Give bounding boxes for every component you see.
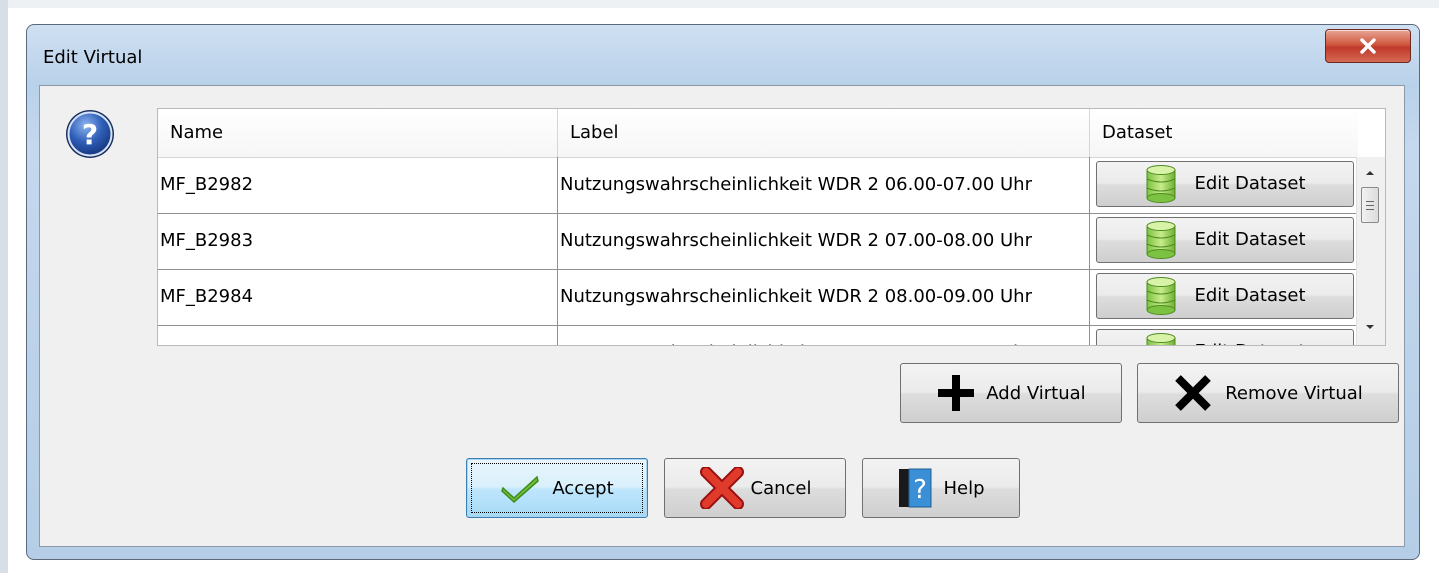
database-icon <box>1146 277 1176 315</box>
edit-dataset-button[interactable]: Edit Dataset <box>1096 329 1354 345</box>
cell-label[interactable]: Nutzungswahrscheinlichkeit WDR 2 07.00-0… <box>558 213 1090 269</box>
checkmark-icon <box>501 475 540 503</box>
cell-label[interactable]: Nutzungswahrscheinlichkeit WDR 2 06.00-0… <box>558 157 1090 213</box>
close-button[interactable] <box>1325 29 1411 63</box>
x-icon <box>1175 375 1212 411</box>
close-icon <box>1360 38 1376 54</box>
vertical-scrollbar[interactable] <box>1356 157 1385 345</box>
edit-dataset-button[interactable]: Edit Dataset <box>1096 273 1354 319</box>
table-row[interactable]: MF_B2985 Nutzungswahrscheinlichkeit WDR … <box>158 325 1358 345</box>
help-button[interactable]: ? Help <box>862 458 1020 518</box>
column-header-dataset[interactable]: Dataset <box>1090 109 1358 157</box>
virtuals-table: Name Label Dataset MF_B2982 Nutzungswahr… <box>157 108 1386 346</box>
edit-dataset-label: Edit Dataset <box>1194 173 1306 194</box>
scroll-down-arrow-icon[interactable] <box>1364 323 1376 331</box>
column-header-label[interactable]: Label <box>558 109 1090 157</box>
edit-dataset-button[interactable]: Edit Dataset <box>1096 217 1354 263</box>
background-strip-top <box>0 0 1439 8</box>
scroll-thumb[interactable] <box>1361 187 1379 223</box>
cell-label[interactable]: Nutzungswahrscheinlichkeit WDR 2 08.00-0… <box>558 269 1090 325</box>
edit-dataset-label: Edit Dataset <box>1194 325 1305 345</box>
remove-virtual-button[interactable]: Remove Virtual <box>1137 363 1399 423</box>
dialog-window: Edit Virtual ? Name Label Dataset MF_B29… <box>26 24 1420 560</box>
scroll-up-arrow-icon[interactable] <box>1364 169 1376 177</box>
table-row[interactable]: MF_B2982 Nutzungswahrscheinlichkeit WDR … <box>158 157 1358 214</box>
title-bar[interactable]: Edit Virtual <box>27 25 1419 83</box>
cell-name[interactable]: MF_B2984 <box>158 269 558 325</box>
accept-label: Accept <box>552 477 614 499</box>
window-title: Edit Virtual <box>43 47 143 68</box>
svg-text:?: ? <box>914 475 928 505</box>
cell-dataset: Edit Dataset <box>1090 157 1358 213</box>
table-header: Name Label Dataset <box>158 109 1358 158</box>
cell-name[interactable]: MF_B2982 <box>158 157 558 213</box>
accept-button[interactable]: Accept <box>466 458 648 518</box>
help-label: Help <box>943 477 985 499</box>
cancel-x-icon <box>699 467 744 509</box>
cell-dataset: Edit Dataset <box>1090 269 1358 325</box>
help-book-icon: ? <box>899 468 932 508</box>
edit-dataset-label: Edit Dataset <box>1194 285 1306 306</box>
background-strip-left <box>0 0 8 573</box>
database-icon <box>1146 333 1176 345</box>
cancel-button[interactable]: Cancel <box>664 458 846 518</box>
svg-text:?: ? <box>82 118 98 151</box>
table-row[interactable]: MF_B2983 Nutzungswahrscheinlichkeit WDR … <box>158 213 1358 270</box>
cell-label[interactable]: Nutzungswahrscheinlichkeit WDR 2 09.00-1… <box>558 325 1090 345</box>
database-icon <box>1146 165 1176 203</box>
edit-dataset-button[interactable]: Edit Dataset <box>1096 161 1354 207</box>
remove-virtual-label: Remove Virtual <box>1225 382 1363 404</box>
dialog-body: ? Name Label Dataset MF_B2982 Nutzungswa… <box>39 85 1405 547</box>
cell-dataset: Edit Dataset <box>1090 325 1358 345</box>
cancel-label: Cancel <box>750 477 812 499</box>
add-virtual-label: Add Virtual <box>986 382 1086 404</box>
add-virtual-button[interactable]: Add Virtual <box>900 363 1122 423</box>
edit-dataset-label: Edit Dataset <box>1194 229 1306 250</box>
cell-dataset: Edit Dataset <box>1090 213 1358 269</box>
plus-icon <box>938 375 975 411</box>
cell-name[interactable]: MF_B2983 <box>158 213 558 269</box>
cell-name[interactable]: MF_B2985 <box>158 325 558 345</box>
column-header-name[interactable]: Name <box>158 109 558 157</box>
help-circle-icon: ? <box>66 110 114 158</box>
database-icon <box>1146 221 1176 259</box>
table-row[interactable]: MF_B2984 Nutzungswahrscheinlichkeit WDR … <box>158 269 1358 326</box>
